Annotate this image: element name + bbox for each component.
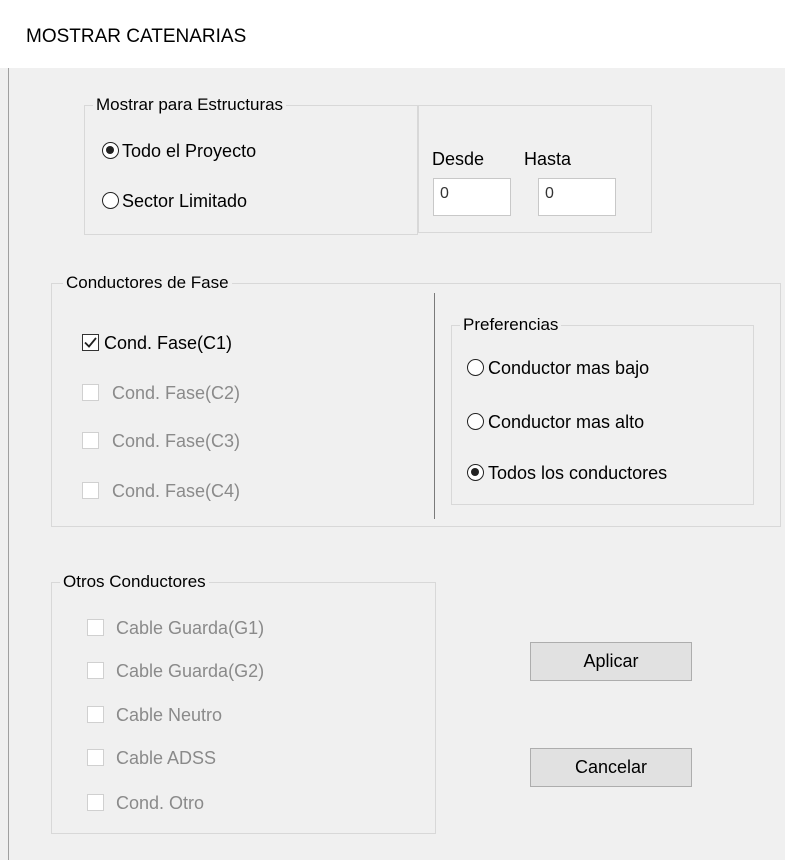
radio-sector-limitado-label[interactable]: Sector Limitado: [122, 190, 247, 212]
checkbox-cable-guarda-g2[interactable]: [87, 662, 104, 679]
window-title: MOSTRAR CATENARIAS: [26, 26, 247, 47]
phase-divider: [434, 293, 435, 519]
window-border: [8, 68, 9, 860]
desde-label: Desde: [432, 149, 485, 169]
checkbox-cable-neutro[interactable]: [87, 706, 104, 723]
hasta-input[interactable]: 0: [538, 178, 616, 216]
others-legend: Otros Conductores: [60, 572, 209, 592]
cancel-button[interactable]: Cancelar: [530, 748, 692, 787]
checkbox-cable-guarda-g1-label[interactable]: Cable Guarda(G1): [116, 617, 264, 639]
radio-conductor-mas-alto-label[interactable]: Conductor mas alto: [488, 411, 644, 433]
radio-todo-proyecto[interactable]: [102, 142, 119, 159]
radio-todo-proyecto-label[interactable]: Todo el Proyecto: [122, 140, 256, 162]
preferences-legend: Preferencias: [460, 315, 562, 335]
checkbox-cond-fase-c3-label[interactable]: Cond. Fase(C3): [112, 430, 240, 452]
checkbox-cond-fase-c1[interactable]: [82, 334, 99, 351]
checkbox-cable-guarda-g1[interactable]: [87, 619, 104, 636]
structures-legend: Mostrar para Estructuras: [93, 95, 287, 115]
apply-button[interactable]: Aplicar: [530, 642, 692, 681]
radio-todos-conductores[interactable]: [467, 464, 484, 481]
checkbox-cond-fase-c1-label[interactable]: Cond. Fase(C1): [104, 332, 232, 354]
hasta-label: Hasta: [524, 149, 572, 169]
radio-conductor-mas-alto[interactable]: [467, 413, 484, 430]
checkbox-cable-adss[interactable]: [87, 749, 104, 766]
desde-input[interactable]: 0: [433, 178, 511, 216]
checkbox-cable-neutro-label[interactable]: Cable Neutro: [116, 704, 222, 726]
checkbox-cond-otro[interactable]: [87, 794, 104, 811]
checkbox-cond-fase-c3[interactable]: [82, 432, 99, 449]
radio-conductor-mas-bajo[interactable]: [467, 359, 484, 376]
checkbox-cond-otro-label[interactable]: Cond. Otro: [116, 792, 204, 814]
structures-group: [84, 105, 418, 235]
checkbox-cable-guarda-g2-label[interactable]: Cable Guarda(G2): [116, 660, 264, 682]
checkbox-cond-fase-c2[interactable]: [82, 384, 99, 401]
checkbox-cable-adss-label[interactable]: Cable ADSS: [116, 747, 216, 769]
radio-sector-limitado[interactable]: [102, 192, 119, 209]
radio-conductor-mas-bajo-label[interactable]: Conductor mas bajo: [488, 357, 649, 379]
radio-todos-conductores-label[interactable]: Todos los conductores: [488, 462, 667, 484]
checkbox-cond-fase-c4[interactable]: [82, 482, 99, 499]
phase-legend: Conductores de Fase: [63, 273, 232, 293]
checkbox-cond-fase-c2-label[interactable]: Cond. Fase(C2): [112, 382, 240, 404]
title-bar: MOSTRAR CATENARIAS: [0, 0, 785, 68]
checkbox-cond-fase-c4-label[interactable]: Cond. Fase(C4): [112, 480, 240, 502]
checkmark-icon: [84, 337, 97, 348]
